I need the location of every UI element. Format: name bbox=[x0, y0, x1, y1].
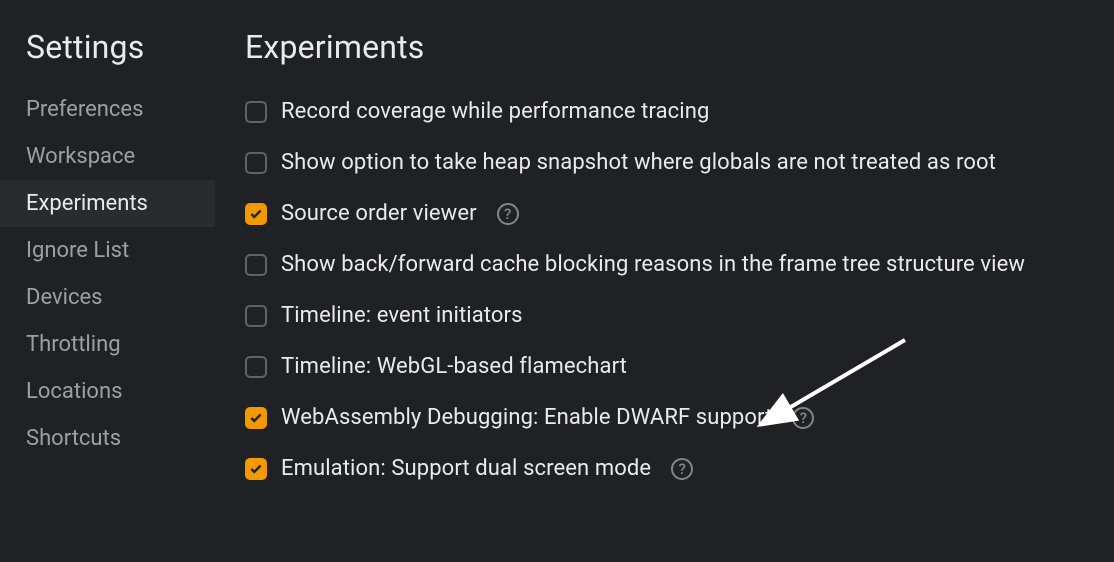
option-bfcache-reasons: Show back/forward cache blocking reasons… bbox=[245, 239, 1114, 290]
sidebar-item-label: Preferences bbox=[26, 97, 143, 122]
sidebar-item-label: Experiments bbox=[26, 191, 148, 216]
sidebar-item-throttling[interactable]: Throttling bbox=[0, 321, 215, 368]
sidebar-title: Settings bbox=[0, 28, 215, 86]
sidebar-item-preferences[interactable]: Preferences bbox=[0, 86, 215, 133]
sidebar-item-shortcuts[interactable]: Shortcuts bbox=[0, 415, 215, 462]
checkbox[interactable] bbox=[245, 254, 267, 276]
check-icon bbox=[249, 207, 263, 221]
option-label: Show back/forward cache blocking reasons… bbox=[281, 252, 1025, 277]
checkbox[interactable] bbox=[245, 356, 267, 378]
settings-sidebar: Settings Preferences Workspace Experimen… bbox=[0, 0, 215, 562]
option-webassembly-dwarf: WebAssembly Debugging: Enable DWARF supp… bbox=[245, 392, 1114, 443]
option-record-coverage: Record coverage while performance tracin… bbox=[245, 86, 1114, 137]
option-timeline-webgl-flamechart: Timeline: WebGL-based flamechart bbox=[245, 341, 1114, 392]
sidebar-item-label: Locations bbox=[26, 379, 122, 404]
main-panel: Experiments Record coverage while perfor… bbox=[215, 0, 1114, 562]
option-label: WebAssembly Debugging: Enable DWARF supp… bbox=[281, 405, 772, 430]
option-label: Timeline: WebGL-based flamechart bbox=[281, 354, 627, 379]
checkbox[interactable] bbox=[245, 152, 267, 174]
option-heap-snapshot: Show option to take heap snapshot where … bbox=[245, 137, 1114, 188]
sidebar-item-label: Workspace bbox=[26, 144, 135, 169]
check-icon bbox=[249, 462, 263, 476]
sidebar-item-label: Devices bbox=[26, 285, 103, 310]
experiments-options-list: Record coverage while performance tracin… bbox=[215, 86, 1114, 494]
option-label: Timeline: event initiators bbox=[281, 303, 523, 328]
option-source-order-viewer: Source order viewer ? bbox=[245, 188, 1114, 239]
check-icon bbox=[249, 411, 263, 425]
sidebar-item-experiments[interactable]: Experiments bbox=[0, 180, 215, 227]
sidebar-item-label: Shortcuts bbox=[26, 426, 121, 451]
option-emulation-dual-screen: Emulation: Support dual screen mode ? bbox=[245, 443, 1114, 494]
option-label: Show option to take heap snapshot where … bbox=[281, 150, 996, 175]
checkbox[interactable] bbox=[245, 203, 267, 225]
sidebar-item-locations[interactable]: Locations bbox=[0, 368, 215, 415]
help-icon[interactable]: ? bbox=[671, 458, 693, 480]
option-timeline-event-initiators: Timeline: event initiators bbox=[245, 290, 1114, 341]
help-icon[interactable]: ? bbox=[792, 407, 814, 429]
checkbox[interactable] bbox=[245, 458, 267, 480]
option-label: Emulation: Support dual screen mode bbox=[281, 456, 651, 481]
checkbox[interactable] bbox=[245, 101, 267, 123]
sidebar-item-devices[interactable]: Devices bbox=[0, 274, 215, 321]
sidebar-item-workspace[interactable]: Workspace bbox=[0, 133, 215, 180]
page-title: Experiments bbox=[215, 28, 1114, 86]
sidebar-item-ignore-list[interactable]: Ignore List bbox=[0, 227, 215, 274]
option-label: Source order viewer bbox=[281, 201, 477, 226]
option-label: Record coverage while performance tracin… bbox=[281, 99, 709, 124]
sidebar-item-label: Ignore List bbox=[26, 238, 129, 263]
help-icon[interactable]: ? bbox=[497, 203, 519, 225]
checkbox[interactable] bbox=[245, 407, 267, 429]
sidebar-item-label: Throttling bbox=[26, 332, 121, 357]
checkbox[interactable] bbox=[245, 305, 267, 327]
